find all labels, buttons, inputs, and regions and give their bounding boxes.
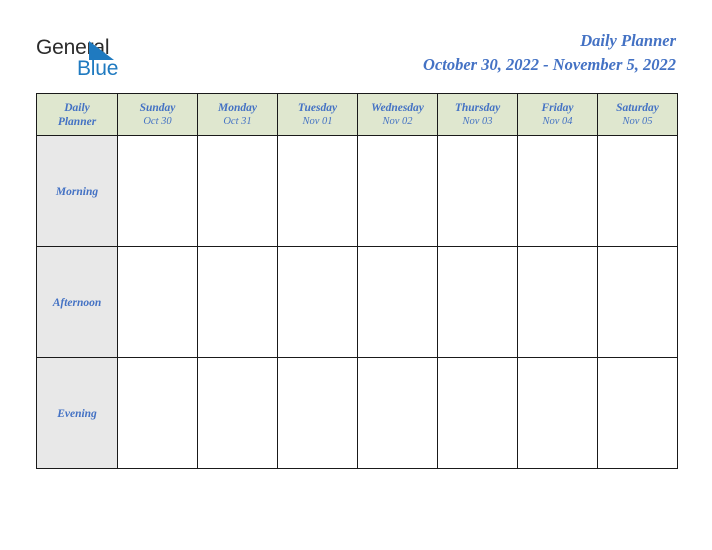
day-header-sunday: Sunday Oct 30 — [117, 93, 198, 136]
day-date: Nov 01 — [302, 115, 333, 127]
day-name: Friday — [541, 101, 574, 114]
page-header: General Blue Daily Planner October 30, 2… — [0, 0, 712, 93]
day-header-saturday: Saturday Nov 05 — [597, 93, 678, 136]
slot-morning-wednesday[interactable] — [357, 135, 438, 247]
row-label-morning: Morning — [36, 135, 118, 247]
day-date: Oct 31 — [223, 115, 252, 127]
slot-evening-tuesday[interactable] — [277, 357, 358, 469]
day-date: Nov 03 — [462, 115, 493, 127]
slot-evening-saturday[interactable] — [597, 357, 678, 469]
planner-table: Daily Planner Sunday Oct 30 Monday Oct 3… — [36, 93, 678, 469]
logo-text-blue: Blue — [77, 57, 119, 80]
title-block: Daily Planner October 30, 2022 - Novembe… — [423, 31, 676, 75]
day-header-monday: Monday Oct 31 — [197, 93, 278, 136]
slot-evening-wednesday[interactable] — [357, 357, 438, 469]
row-label-text: Evening — [57, 408, 97, 420]
day-header-tuesday: Tuesday Nov 01 — [277, 93, 358, 136]
daily-planner-page: General Blue Daily Planner October 30, 2… — [0, 0, 712, 550]
day-header-friday: Friday Nov 04 — [517, 93, 598, 136]
slot-evening-thursday[interactable] — [437, 357, 518, 469]
table-header-row: Daily Planner Sunday Oct 30 Monday Oct 3… — [36, 93, 678, 136]
row-label-afternoon: Afternoon — [36, 246, 118, 358]
day-date: Nov 02 — [382, 115, 413, 127]
slot-afternoon-friday[interactable] — [517, 246, 598, 358]
slot-morning-monday[interactable] — [197, 135, 278, 247]
row-label-text: Morning — [55, 186, 99, 198]
corner-label-line2: Planner — [57, 115, 97, 128]
slot-afternoon-tuesday[interactable] — [277, 246, 358, 358]
corner-label-line1: Daily — [64, 101, 90, 114]
page-title: Daily Planner — [580, 31, 676, 50]
table-row-afternoon: Afternoon — [36, 246, 678, 358]
slot-morning-tuesday[interactable] — [277, 135, 358, 247]
day-name: Monday — [218, 101, 257, 114]
slot-evening-sunday[interactable] — [117, 357, 198, 469]
slot-morning-thursday[interactable] — [437, 135, 518, 247]
day-name: Sunday — [139, 101, 176, 114]
table-corner-header: Daily Planner — [36, 93, 118, 136]
slot-evening-monday[interactable] — [197, 357, 278, 469]
day-header-thursday: Thursday Nov 03 — [437, 93, 518, 136]
general-blue-logo[interactable]: General Blue — [36, 36, 196, 82]
slot-afternoon-monday[interactable] — [197, 246, 278, 358]
slot-afternoon-thursday[interactable] — [437, 246, 518, 358]
slot-morning-saturday[interactable] — [597, 135, 678, 247]
slot-morning-friday[interactable] — [517, 135, 598, 247]
table-row-morning: Morning — [36, 135, 678, 247]
day-name: Saturday — [616, 101, 659, 114]
day-date: Nov 05 — [622, 115, 653, 127]
day-date: Oct 30 — [143, 115, 172, 127]
slot-afternoon-wednesday[interactable] — [357, 246, 438, 358]
slot-afternoon-sunday[interactable] — [117, 246, 198, 358]
slot-afternoon-saturday[interactable] — [597, 246, 678, 358]
day-name: Thursday — [454, 101, 501, 114]
day-name: Tuesday — [297, 101, 338, 114]
day-date: Nov 04 — [542, 115, 573, 127]
row-label-text: Afternoon — [52, 297, 102, 309]
day-name: Wednesday — [371, 101, 424, 114]
row-label-evening: Evening — [36, 357, 118, 469]
slot-evening-friday[interactable] — [517, 357, 598, 469]
slot-morning-sunday[interactable] — [117, 135, 198, 247]
day-header-wednesday: Wednesday Nov 02 — [357, 93, 438, 136]
date-range-subtitle: October 30, 2022 - November 5, 2022 — [423, 55, 676, 74]
table-row-evening: Evening — [36, 357, 678, 469]
